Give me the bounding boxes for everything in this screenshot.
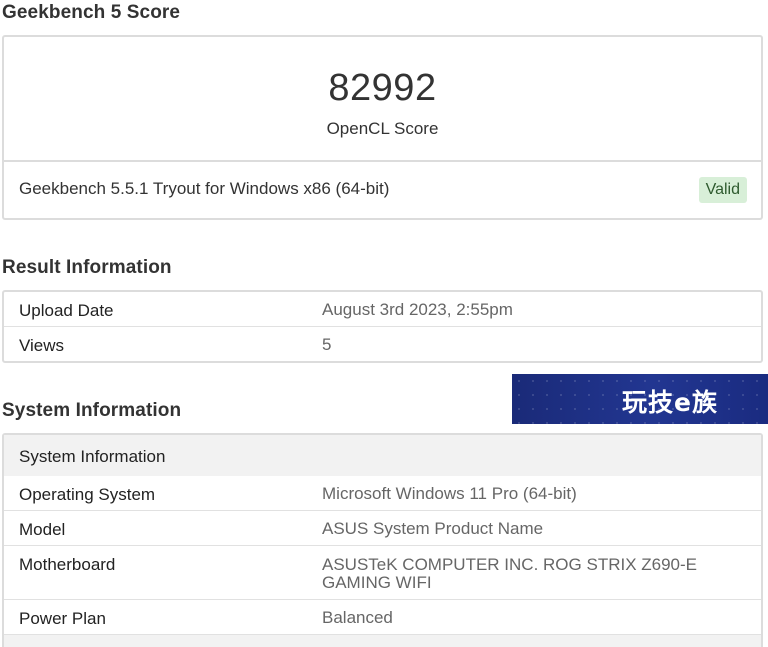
operating-system-value: Microsoft Windows 11 Pro (64-bit) bbox=[322, 484, 577, 503]
motherboard-label: Motherboard bbox=[19, 555, 116, 574]
system-information-table-header: System Information bbox=[19, 447, 166, 466]
geekbench-version: Geekbench 5.5.1 Tryout for Windows x86 (… bbox=[19, 179, 390, 198]
table-row: Views 5 bbox=[4, 327, 761, 362]
system-information-table: System Information Operating System Micr… bbox=[2, 433, 763, 647]
motherboard-value: ASUSTeK COMPUTER INC. ROG STRIX Z690-E G… bbox=[322, 555, 698, 592]
score-card: 82992 OpenCL Score Geekbench 5.5.1 Tryou… bbox=[2, 35, 763, 220]
opencl-score-label: OpenCL Score bbox=[326, 119, 439, 138]
system-information-heading: System Information bbox=[2, 400, 182, 421]
watermark-text: 玩技e族 bbox=[622, 388, 718, 417]
geekbench-score-heading: Geekbench 5 Score bbox=[2, 2, 181, 23]
upload-date-label: Upload Date bbox=[19, 301, 114, 320]
views-value: 5 bbox=[322, 335, 332, 354]
views-label: Views bbox=[19, 336, 65, 355]
table-row: Motherboard ASUSTeK COMPUTER INC. ROG ST… bbox=[4, 546, 761, 600]
table-row: Model ASUS System Product Name bbox=[4, 511, 761, 546]
power-plan-value: Balanced bbox=[322, 608, 393, 627]
opencl-score-value: 82992 bbox=[328, 67, 437, 109]
page: Geekbench 5 Score 82992 OpenCL Score Gee… bbox=[0, 0, 768, 647]
power-plan-label: Power Plan bbox=[19, 609, 106, 628]
table-header-row bbox=[4, 635, 761, 647]
result-information-table: Upload Date August 3rd 2023, 2:55pm View… bbox=[2, 290, 763, 363]
upload-date-value: August 3rd 2023, 2:55pm bbox=[322, 300, 513, 319]
watermark-logo: 玩技e族 bbox=[512, 374, 768, 424]
valid-status-badge: Valid bbox=[698, 177, 747, 203]
score-panel: 82992 OpenCL Score bbox=[4, 37, 761, 162]
table-row: Power Plan Balanced bbox=[4, 600, 761, 635]
table-row: Operating System Microsoft Windows 11 Pr… bbox=[4, 476, 761, 511]
result-information-heading: Result Information bbox=[2, 257, 172, 278]
version-row: Geekbench 5.5.1 Tryout for Windows x86 (… bbox=[4, 162, 761, 220]
model-label: Model bbox=[19, 520, 66, 539]
table-row: Upload Date August 3rd 2023, 2:55pm bbox=[4, 292, 761, 327]
table-header-row: System Information bbox=[4, 435, 761, 476]
operating-system-label: Operating System bbox=[19, 485, 156, 504]
model-value: ASUS System Product Name bbox=[322, 519, 544, 538]
